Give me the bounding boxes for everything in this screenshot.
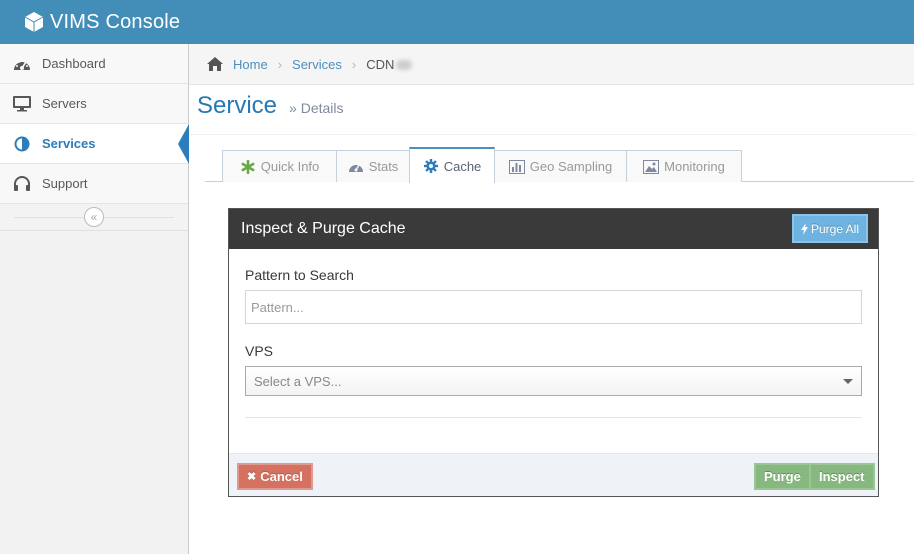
vps-select-placeholder: Select a VPS... <box>254 373 342 389</box>
tab-geo-sampling[interactable]: Geo Sampling <box>494 150 627 182</box>
pattern-input[interactable] <box>245 290 862 324</box>
active-indicator <box>178 124 189 164</box>
tab-label: Stats <box>368 159 399 174</box>
purge-all-button[interactable]: Purge All <box>791 214 868 243</box>
tab-monitoring[interactable]: Monitoring <box>626 150 742 182</box>
dashboard-icon <box>12 55 32 73</box>
tachometer-icon <box>348 160 364 174</box>
sidebar-item-label: Services <box>42 136 96 151</box>
home-icon <box>207 57 223 71</box>
cancel-button[interactable]: ✖ Cancel <box>237 463 313 490</box>
picture-icon <box>643 159 660 174</box>
sidebar-collapse: « <box>0 204 188 231</box>
close-icon: ✖ <box>247 471 257 483</box>
tab-label: Quick Info <box>260 159 320 174</box>
sidebar-item-label: Dashboard <box>42 56 106 71</box>
navbar: VIMS Console <box>0 0 914 44</box>
panel-header: Inspect & Purge Cache Purge All <box>229 209 878 249</box>
cube-icon <box>24 12 44 32</box>
tab-cache[interactable]: Cache <box>409 147 495 183</box>
headphones-icon <box>12 175 32 193</box>
breadcrumb-home[interactable]: Home <box>233 57 268 72</box>
page-title: Service <box>197 92 278 119</box>
cancel-label: Cancel <box>260 469 303 484</box>
breadcrumb-separator: › <box>351 56 357 72</box>
inspect-purge-panel: Inspect & Purge Cache Purge All Pattern … <box>228 208 879 497</box>
redacted-text <box>396 60 413 71</box>
panel-footer: ✖ Cancel Purge Inspect <box>229 453 878 496</box>
sidebar: Dashboard Servers Services Support « <box>0 44 189 554</box>
purge-button[interactable]: Purge <box>754 463 811 490</box>
breadcrumb-current-label: CDN <box>366 56 395 72</box>
pattern-label: Pattern to Search <box>245 267 354 283</box>
purge-label: Purge <box>764 469 801 484</box>
form-divider <box>245 417 862 418</box>
sidebar-item-label: Servers <box>42 96 87 111</box>
panel-body: Pattern to Search VPS Select a VPS... <box>245 267 863 418</box>
desktop-icon <box>12 95 32 113</box>
breadcrumb-separator: › <box>277 56 283 72</box>
sidebar-item-services[interactable]: Services <box>0 124 189 164</box>
bolt-icon <box>800 222 808 235</box>
vps-select[interactable]: Select a VPS... <box>245 366 862 396</box>
inspect-button[interactable]: Inspect <box>809 463 875 490</box>
double-angle-left-icon[interactable]: « <box>84 207 104 227</box>
sidebar-item-servers[interactable]: Servers <box>0 84 188 124</box>
tab-label: Monitoring <box>664 159 725 174</box>
breadcrumb: Home › Services › CDN <box>189 44 914 85</box>
tab-stats[interactable]: Stats <box>336 150 410 182</box>
tab-label: Cache <box>443 158 482 174</box>
inspect-label: Inspect <box>819 469 865 484</box>
vps-label: VPS <box>245 343 274 359</box>
page-subtitle: » Details <box>289 100 344 116</box>
breadcrumb-current: CDN <box>366 56 413 72</box>
bar-chart-icon <box>508 159 525 174</box>
breadcrumb-services[interactable]: Services <box>292 57 342 72</box>
app-title[interactable]: VIMS Console <box>50 11 180 34</box>
cog-icon <box>423 159 439 173</box>
adjust-icon <box>12 135 32 153</box>
sidebar-item-dashboard[interactable]: Dashboard <box>0 44 188 84</box>
tab-label: Geo Sampling <box>529 159 613 174</box>
tab-quick-info[interactable]: Quick Info <box>222 150 337 182</box>
asterisk-icon <box>240 159 256 174</box>
caret-down-icon <box>843 379 853 384</box>
purge-all-label: Purge All <box>810 221 859 236</box>
page-header: Service » Details <box>189 85 914 135</box>
sidebar-item-label: Support <box>42 176 88 191</box>
panel-title: Inspect & Purge Cache <box>241 220 406 237</box>
tab-bar: Quick Info Stats Cache Geo Sampling Moni… <box>205 147 914 183</box>
sidebar-item-support[interactable]: Support <box>0 164 188 204</box>
